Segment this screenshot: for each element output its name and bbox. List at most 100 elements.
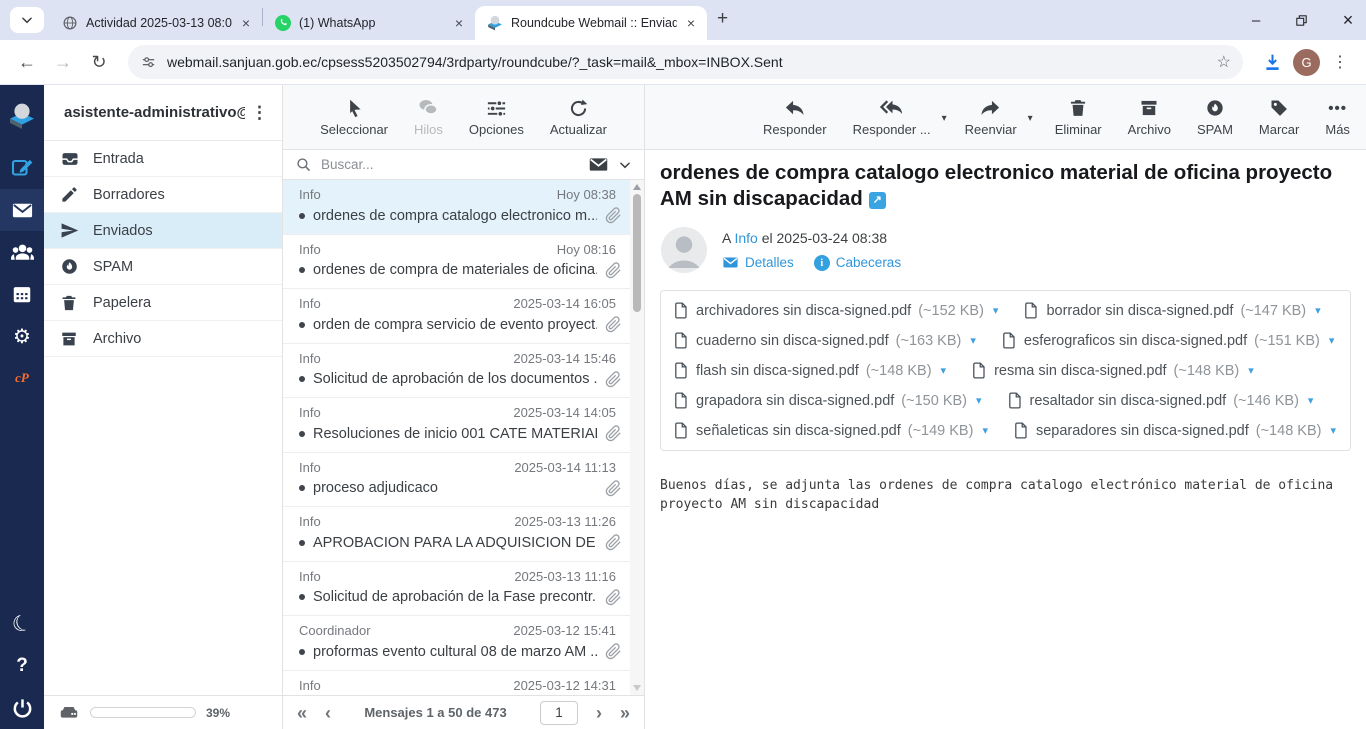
message-row[interactable]: Coordinador2025-03-12 15:41 proformas ev… [283,616,630,671]
mark-button[interactable]: Marcar [1259,97,1299,137]
attachment-menu-caret[interactable]: ▾ [1308,394,1314,407]
new-tab-button[interactable]: + [717,8,728,30]
nav-mail-button[interactable] [0,189,44,231]
attachment-menu-caret[interactable]: ▾ [1330,424,1336,437]
browser-tab-actividad[interactable]: Actividad 2025-03-13 08:00:00 × [50,6,262,40]
attachment-menu-caret[interactable]: ▾ [1315,304,1321,317]
message-row[interactable]: Info2025-03-14 11:13 proceso adjudicaco [283,453,630,508]
attachment-link[interactable]: separadores sin disca-signed.pdf [1036,423,1249,439]
quota-progress [90,707,196,718]
tab-close-icon[interactable]: × [685,15,697,31]
message-row[interactable]: Info2025-03-14 15:46 Solicitud de aproba… [283,344,630,399]
refresh-button[interactable]: Actualizar [550,97,607,137]
sidebar-item-borradores[interactable]: Borradores [44,177,282,213]
forward-dropdown-caret[interactable]: ▾ [1028,113,1033,124]
attachment-menu-caret[interactable]: ▾ [1329,334,1335,347]
reload-button[interactable]: ↻ [84,47,114,77]
search-scope-mail-icon[interactable] [588,154,609,175]
dark-mode-button[interactable]: ☾ [0,603,44,645]
attachment-menu-caret[interactable]: ▾ [993,304,999,317]
attachment-menu-caret[interactable]: ▾ [970,334,976,347]
message-row[interactable]: Info2025-03-14 16:05 orden de compra ser… [283,289,630,344]
sidebar-item-papelera[interactable]: Papelera [44,285,282,321]
recipient-link[interactable]: Info [734,230,757,246]
spam-button[interactable]: SPAM [1197,97,1233,137]
nav-cpanel-button[interactable]: cP [0,357,44,399]
window-restore-button[interactable] [1294,13,1310,28]
forward-button[interactable]: Reenviar ▾ [965,97,1017,137]
message-row[interactable]: Info2025-03-13 11:26 APROBACION PARA LA … [283,507,630,562]
browser-tab-roundcube[interactable]: Roundcube Webmail :: Enviados × [475,6,707,40]
site-info-icon[interactable] [140,54,157,71]
attachment-link[interactable]: cuaderno sin disca-signed.pdf [696,333,889,349]
nav-calendar-button[interactable] [0,273,44,315]
logout-button[interactable] [0,687,44,729]
sidebar-item-entrada[interactable]: Entrada [44,141,282,177]
message-row[interactable]: InfoHoy 08:16 ordenes de compra de mater… [283,235,630,290]
attachment-link[interactable]: archivadores sin disca-signed.pdf [696,303,911,319]
back-button[interactable]: ← [12,47,42,77]
next-page-button[interactable]: › [596,704,602,722]
tab-close-icon[interactable]: × [453,15,465,31]
reply-all-button[interactable]: Responder ... ▾ [853,97,931,137]
help-button[interactable]: ? [0,645,44,687]
reply-button[interactable]: Responder [763,97,827,137]
sidebar-item-archivo[interactable]: Archivo [44,321,282,357]
delete-button[interactable]: Eliminar [1055,97,1102,137]
attachment-link[interactable]: flash sin disca-signed.pdf [696,363,859,379]
browser-menu-button[interactable]: ⋮ [1326,52,1354,72]
select-button[interactable]: Seleccionar [320,97,388,137]
browser-tab-whatsapp[interactable]: (1) WhatsApp × [263,6,475,40]
account-menu-button[interactable]: ⋮ [245,103,274,123]
sidebar-item-spam[interactable]: SPAM [44,249,282,285]
compose-button[interactable] [0,147,44,189]
attachment-link[interactable]: resaltador sin disca-signed.pdf [1030,393,1227,409]
nav-settings-button[interactable]: ⚙ [0,315,44,357]
search-input[interactable] [321,157,579,172]
window-minimize-button[interactable]: – [1248,12,1264,29]
address-bar[interactable]: webmail.sanjuan.gob.ec/cpsess5203502794/… [128,45,1243,79]
attachment-link[interactable]: esferograficos sin disca-signed.pdf [1024,333,1247,349]
tab-close-icon[interactable]: × [240,15,252,31]
details-toggle[interactable]: Detalles [722,254,794,271]
list-scrollbar[interactable] [630,180,644,695]
open-in-new-window-icon[interactable]: ↗ [869,192,886,209]
message-row[interactable]: InfoHoy 08:38 ordenes de compra catalogo… [283,180,630,235]
search-options-chevron-icon[interactable] [618,158,632,172]
reply-all-dropdown-caret[interactable]: ▾ [942,113,947,124]
attachment-size: (~148 KB) [866,363,932,379]
window-close-button[interactable]: × [1340,10,1356,31]
url-text: webmail.sanjuan.gob.ec/cpsess5203502794/… [167,54,1207,70]
attachment-menu-caret[interactable]: ▾ [976,394,982,407]
nav-contacts-button[interactable] [0,231,44,273]
first-page-button[interactable]: « [297,704,307,722]
forward-button[interactable]: → [48,47,78,77]
tab-search-button[interactable] [10,7,44,33]
attachment-menu-caret[interactable]: ▾ [982,424,988,437]
attachment-size: (~152 KB) [918,303,984,319]
sidebar-item-enviados[interactable]: Enviados [44,213,282,249]
last-page-button[interactable]: » [620,704,630,722]
attachment-menu-caret[interactable]: ▾ [1248,364,1254,377]
message-row[interactable]: Info2025-03-12 14:31 [283,671,630,696]
page-number-input[interactable]: 1 [540,701,578,725]
message-row[interactable]: Info2025-03-13 11:16 Solicitud de aproba… [283,562,630,617]
bookmark-star-icon[interactable]: ☆ [1217,52,1231,72]
prev-page-button[interactable]: ‹ [325,704,331,722]
archive-button[interactable]: Archivo [1128,97,1171,137]
attachment-link[interactable]: grapadora sin disca-signed.pdf [696,393,894,409]
attachment-link[interactable]: señaleticas sin disca-signed.pdf [696,423,901,439]
downloads-button[interactable] [1257,47,1287,77]
threads-button[interactable]: Hilos [414,97,443,137]
message-row[interactable]: Info2025-03-14 14:05 Resoluciones de ini… [283,398,630,453]
scroll-up-arrow[interactable] [633,184,641,190]
attachment-link[interactable]: borrador sin disca-signed.pdf [1046,303,1233,319]
scroll-down-arrow[interactable] [633,685,641,691]
attachment-link[interactable]: resma sin disca-signed.pdf [994,363,1166,379]
options-button[interactable]: Opciones [469,97,524,137]
more-button[interactable]: ••• Más [1325,97,1350,137]
headers-toggle[interactable]: i Cabeceras [814,255,901,271]
attachment-menu-caret[interactable]: ▾ [941,364,947,377]
scrollbar-thumb[interactable] [633,194,641,312]
profile-avatar[interactable]: G [1293,49,1320,76]
